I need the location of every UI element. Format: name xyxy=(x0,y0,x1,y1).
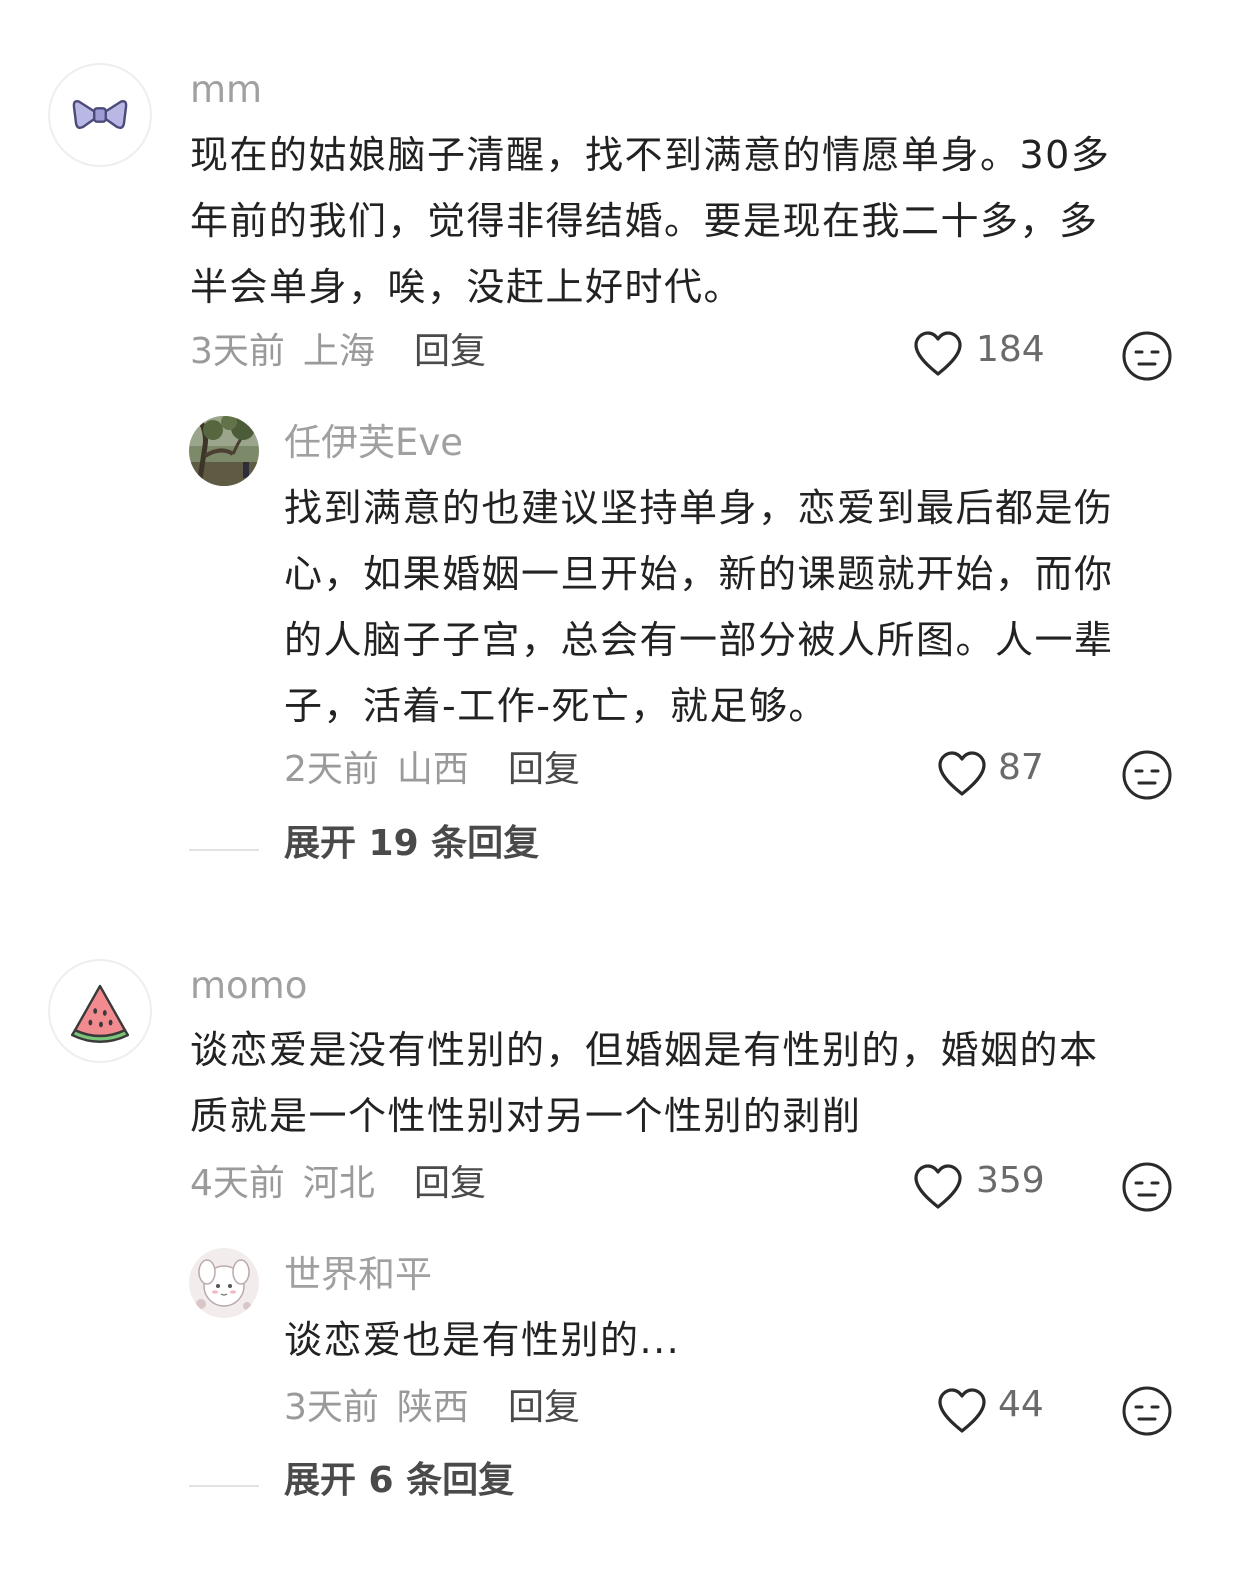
dislike-button[interactable] xyxy=(1121,1385,1173,1437)
comment-item: mm 现在的姑娘脑子清醒，找不到满意的情愿单身。30多 年前的我们，觉得非得结婚… xyxy=(0,0,1242,900)
heart-icon xyxy=(914,1164,962,1209)
reply-button[interactable]: 回复 xyxy=(508,748,580,792)
timestamp: 4天前 xyxy=(190,1163,285,1204)
username[interactable]: momo xyxy=(190,964,307,1008)
comment-text: 谈恋爱是没有性别的，但婚姻是有性别的，婚姻的本 质就是一个性性别对另一个性别的剥… xyxy=(190,1028,1099,1138)
heart-icon xyxy=(938,1388,986,1433)
meh-face-icon xyxy=(1122,750,1172,800)
reply-text: 找到满意的也建议坚持单身，恋爱到最后都是伤 心，如果婚姻一旦开始，新的课题就开始… xyxy=(284,486,1114,728)
location: 陕西 xyxy=(396,1387,469,1428)
comment-meta: 3天前 上海 xyxy=(190,330,375,374)
reply-avatar[interactable] xyxy=(189,416,259,486)
comment-meta: 4天前 河北 xyxy=(190,1162,375,1206)
reply-meta: 2天前 山西 xyxy=(284,748,469,792)
avatar[interactable] xyxy=(48,63,152,167)
like-button[interactable] xyxy=(936,750,988,798)
meh-face-icon xyxy=(1122,1386,1172,1436)
dislike-button[interactable] xyxy=(1121,330,1173,382)
reply-button[interactable]: 回复 xyxy=(508,1386,580,1430)
watermelon-icon xyxy=(70,984,130,1043)
reply-text: 谈恋爱也是有性别的... xyxy=(284,1318,681,1362)
dislike-button[interactable] xyxy=(1121,1161,1173,1213)
like-count: 359 xyxy=(976,1160,1045,1201)
meh-face-icon xyxy=(1122,331,1172,381)
timestamp: 3天前 xyxy=(284,1387,379,1428)
like-count: 184 xyxy=(976,329,1045,370)
like-button[interactable] xyxy=(912,330,964,378)
divider xyxy=(189,849,259,851)
bow-icon xyxy=(72,99,128,130)
comment-text: 现在的姑娘脑子清醒，找不到满意的情愿单身。30多 年前的我们，觉得非得结婚。要是… xyxy=(190,133,1111,309)
reply-username[interactable]: 世界和平 xyxy=(284,1253,432,1297)
tree-photo-avatar xyxy=(189,416,259,486)
like-button[interactable] xyxy=(912,1163,964,1211)
reply-button[interactable]: 回复 xyxy=(414,330,486,374)
heart-icon xyxy=(938,751,986,796)
like-count: 87 xyxy=(998,747,1044,788)
divider xyxy=(189,1485,259,1487)
location: 上海 xyxy=(302,331,375,372)
expand-replies-button[interactable]: 展开 6 条回复 xyxy=(284,1459,514,1503)
timestamp: 3天前 xyxy=(190,331,285,372)
heart-icon xyxy=(914,331,962,376)
reply-username[interactable]: 任伊芙Eve xyxy=(284,421,463,465)
reply-avatar[interactable] xyxy=(189,1248,259,1318)
avatar[interactable] xyxy=(48,959,152,1063)
like-button[interactable] xyxy=(936,1387,988,1435)
comment-item: momo 谈恋爱是没有性别的，但婚姻是有性别的，婚姻的本 质就是一个性性别对另一… xyxy=(0,900,1242,1596)
reply-meta: 3天前 陕西 xyxy=(284,1386,469,1430)
cartoon-avatar xyxy=(189,1248,259,1318)
expand-replies-button[interactable]: 展开 19 条回复 xyxy=(284,822,539,866)
dislike-button[interactable] xyxy=(1121,749,1173,801)
reply-button[interactable]: 回复 xyxy=(414,1162,486,1206)
location: 河北 xyxy=(302,1163,375,1204)
like-count: 44 xyxy=(998,1384,1044,1425)
meh-face-icon xyxy=(1122,1162,1172,1212)
location: 山西 xyxy=(396,749,469,790)
username[interactable]: mm xyxy=(190,68,262,112)
timestamp: 2天前 xyxy=(284,749,379,790)
